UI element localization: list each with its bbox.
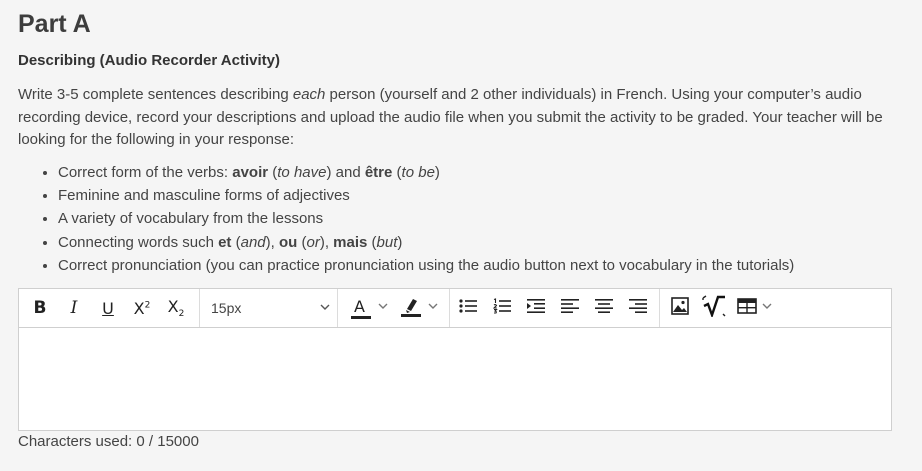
align-right-icon: [629, 298, 647, 319]
highlighter-icon: [401, 295, 421, 322]
numbered-list-icon: [492, 297, 511, 319]
verbs-and-text: ) and: [326, 164, 365, 181]
italic-button[interactable]: I: [63, 296, 85, 320]
activity-subtitle: Describing (Audio Recorder Activity): [18, 52, 280, 69]
superscript-button[interactable]: X2: [129, 296, 155, 320]
indent-button[interactable]: [525, 296, 547, 320]
word-ou: ou: [278, 233, 298, 251]
chars-separator: /: [144, 433, 158, 450]
superscript-icon: X2: [134, 299, 151, 318]
instructions-text: Write 3-5 complete sentences describing …: [18, 84, 888, 152]
numbered-list-button[interactable]: [491, 296, 513, 320]
instructions-emphasis: each: [292, 86, 326, 103]
list-item-connecting-words: Connecting words such et (and), ou (or),…: [58, 231, 898, 254]
paren-open: (: [392, 164, 402, 181]
font-size-select[interactable]: 15px: [211, 296, 331, 320]
subscript-button[interactable]: X2: [163, 296, 189, 320]
character-counter: Characters used: 0 / 15000: [18, 433, 199, 450]
chevron-down-icon: [761, 299, 773, 317]
toolbar-divider: [337, 289, 338, 327]
separator: ),: [265, 233, 279, 251]
page-title: Part A: [18, 10, 91, 38]
bold-icon: B: [33, 298, 47, 318]
align-left-button[interactable]: [559, 296, 581, 320]
translation-to-have: to have: [277, 164, 327, 181]
subscript-base: X: [167, 296, 179, 316]
bullet-list-icon: [459, 298, 477, 319]
list-item-vocabulary: A variety of vocabulary from the lessons: [58, 207, 898, 230]
chars-used: 0: [136, 433, 145, 450]
text-color-letter: A: [354, 297, 365, 316]
text-color-icon: A: [351, 297, 371, 319]
paren-close: ): [397, 233, 403, 251]
toolbar-divider: [659, 289, 660, 327]
paren-close: ): [434, 164, 440, 181]
instructions-part1: Write 3-5 complete sentences describing: [18, 86, 293, 103]
align-center-icon: [595, 298, 613, 319]
insert-table-button[interactable]: [735, 296, 775, 320]
paren-open: (: [268, 164, 278, 181]
underline-button[interactable]: U: [97, 296, 119, 320]
word-et: et: [218, 233, 232, 251]
superscript-mark: 2: [144, 300, 151, 311]
chars-label: Characters used:: [18, 433, 137, 450]
verb-avoir: avoir: [232, 164, 269, 181]
list-item-pronunciation: Correct pronunciation (you can practice …: [58, 254, 898, 277]
translation-to-be: to be: [401, 164, 435, 181]
chevron-down-icon: [319, 300, 331, 316]
align-right-button[interactable]: [627, 296, 649, 320]
chevron-down-icon: [377, 299, 389, 317]
toolbar-divider: [449, 289, 450, 327]
subscript-mark: 2: [178, 309, 185, 320]
rich-text-editor: B I U X2 X2 15px A: [18, 288, 892, 431]
font-size-value: 15px: [211, 300, 242, 316]
indent-icon: [527, 298, 545, 319]
chars-max: 15000: [157, 433, 199, 450]
subscript-icon: X2: [168, 297, 185, 319]
italic-icon: I: [70, 298, 78, 318]
align-center-button[interactable]: [593, 296, 615, 320]
toolbar-divider: [199, 289, 200, 327]
activity-page: Part A Describing (Audio Recorder Activi…: [0, 0, 922, 471]
connecting-text: Connecting words such: [58, 233, 219, 251]
image-icon: [671, 296, 689, 320]
bold-button[interactable]: B: [29, 296, 51, 320]
paren-open: (: [231, 233, 241, 251]
requirements-list: Correct form of the verbs: avoir (to hav…: [18, 161, 898, 277]
paren-open: (: [367, 233, 377, 251]
underline-icon: U: [102, 298, 114, 318]
translation-or: or: [306, 233, 320, 251]
translation-but: but: [376, 233, 398, 251]
separator: ),: [319, 233, 334, 251]
text-color-bar: [351, 316, 371, 319]
highlight-color-button[interactable]: [397, 296, 443, 320]
bullet-list-button[interactable]: [457, 296, 479, 320]
word-mais: mais: [333, 233, 368, 251]
equation-button[interactable]: [701, 294, 727, 322]
square-root-icon: [702, 294, 726, 322]
text-color-button[interactable]: A: [347, 296, 393, 320]
superscript-base: X: [133, 298, 145, 318]
translation-and: and: [240, 233, 266, 251]
editor-toolbar: B I U X2 X2 15px A: [19, 289, 891, 328]
chevron-down-icon: [427, 299, 439, 317]
verbs-text: Correct form of the verbs:: [58, 164, 233, 181]
verb-etre: être: [364, 164, 393, 181]
table-icon: [737, 297, 757, 319]
list-item-verbs: Correct form of the verbs: avoir (to hav…: [58, 161, 898, 184]
response-text-area[interactable]: [19, 328, 891, 430]
list-item-adjectives: Feminine and masculine forms of adjectiv…: [58, 184, 898, 207]
align-left-icon: [561, 298, 579, 319]
insert-image-button[interactable]: [669, 296, 691, 320]
